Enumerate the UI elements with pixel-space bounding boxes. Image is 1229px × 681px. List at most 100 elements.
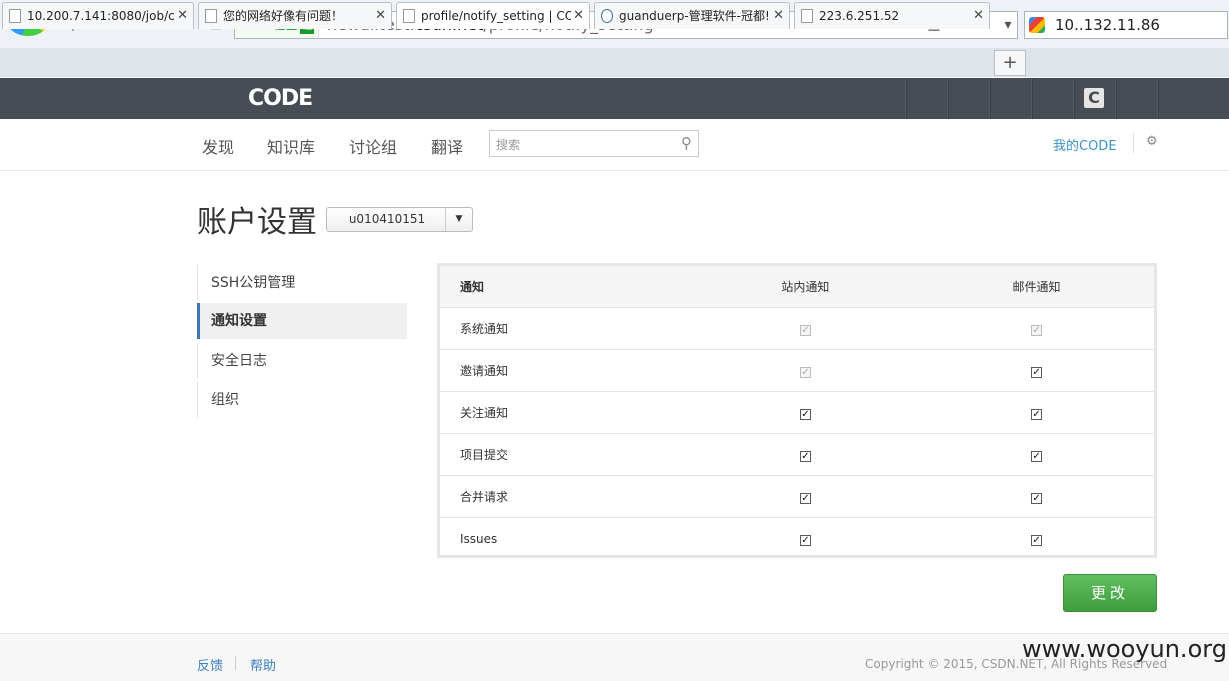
my-code-link[interactable]: 我的CODE [1053, 135, 1117, 154]
avatar-favicon-icon [9, 9, 21, 23]
help-link[interactable]: 帮助 [250, 655, 276, 674]
update-button[interactable]: 更改 [1063, 574, 1157, 612]
divider [1157, 78, 1159, 119]
mail-notify-checkbox[interactable]: ✓ [1031, 409, 1043, 420]
mail-notify-checkbox-cell: ✓ [919, 349, 1154, 392]
divider [1133, 133, 1134, 153]
site-notify-checkbox[interactable]: ✓ [799, 535, 811, 546]
page-title: 账户设置 [197, 205, 317, 240]
watermark: www.wooyun.org [1022, 635, 1227, 663]
nav-discover[interactable]: 发现 [202, 134, 234, 158]
search-engine-icon[interactable] [1029, 17, 1045, 33]
site-notify-checkbox: ✓ [799, 367, 811, 378]
nav-knowledge-base[interactable]: 知识库 [267, 134, 315, 158]
user-select-value: u010410151 [348, 212, 426, 226]
user-select[interactable]: u010410151 ▼ [326, 207, 473, 232]
close-icon[interactable]: ✕ [973, 3, 984, 29]
tab-label: 10.200.7.141:8080/job/co [27, 9, 175, 23]
table-row: 关注通知 ✓ ✓ [440, 391, 1154, 434]
page-favicon-icon [205, 9, 217, 23]
notify-type-label: 系统通知 [440, 307, 692, 350]
site-notify-checkbox[interactable]: ✓ [799, 409, 811, 420]
search-icon[interactable]: ⚲ [681, 134, 692, 152]
close-icon[interactable]: ✕ [375, 3, 386, 29]
column-header: 邮件通知 [919, 266, 1154, 308]
notify-type-label: 项目提交 [440, 433, 692, 476]
browser-tab[interactable]: 您的网络好像有问题！ ✕ [198, 2, 392, 29]
divider [1115, 78, 1117, 119]
gear-icon[interactable]: ⚙ [1146, 134, 1158, 149]
page-favicon-icon [403, 9, 415, 23]
site-notify-checkbox[interactable]: ✓ [799, 451, 811, 462]
divider [235, 656, 236, 670]
sidebar-item-notify-settings[interactable]: 通知设置 [197, 303, 407, 339]
divider [1073, 78, 1075, 119]
site-topbar: CODE C [0, 78, 1229, 119]
mail-notify-checkbox: ✓ [1031, 325, 1043, 336]
chevron-down-icon[interactable]: ▼ [445, 208, 472, 231]
notify-type-label: 关注通知 [440, 391, 692, 434]
sidebar-item-organization[interactable]: 组织 [197, 382, 407, 418]
tab-label: profile/notify_setting | CO [421, 9, 571, 23]
mail-notify-checkbox-cell: ✓ [919, 307, 1154, 350]
dropdown-arrow-icon[interactable]: ▾ [999, 16, 1017, 34]
mail-notify-checkbox[interactable]: ✓ [1031, 367, 1043, 378]
globe-favicon-icon [601, 9, 613, 23]
browser-search-value: 10..132.11.86 [1055, 16, 1160, 34]
close-icon[interactable]: ✕ [773, 3, 784, 29]
table-header-row: 通知 站内通知 邮件通知 [440, 266, 1154, 308]
table-row: Issues ✓ ✓ [440, 518, 1154, 560]
nav-translate[interactable]: 翻译 [431, 134, 463, 158]
mail-notify-checkbox-cell: ✓ [919, 391, 1154, 434]
divider [989, 78, 991, 119]
table-row: 系统通知 ✓ ✓ [440, 307, 1154, 350]
mail-notify-checkbox-cell: ✓ [919, 518, 1154, 560]
notify-type-label: 邀请通知 [440, 349, 692, 392]
feedback-link[interactable]: 反馈 [197, 655, 223, 674]
close-icon[interactable]: ✕ [573, 3, 584, 29]
divider [947, 78, 949, 119]
notify-type-label: 合并请求 [440, 475, 692, 518]
column-header: 站内通知 [691, 266, 920, 308]
site-notify-checkbox-cell: ✓ [691, 307, 920, 350]
notify-type-label: Issues [460, 531, 498, 546]
site-notify-checkbox-cell: ✓ [691, 391, 920, 434]
tab-label: guanduerp-管理软件-冠都! [619, 9, 770, 23]
nav-groups[interactable]: 讨论组 [349, 134, 397, 158]
browser-tab[interactable]: 10.200.7.141:8080/job/co ✕ [2, 2, 194, 29]
tab-label: 您的网络好像有问题！ [223, 9, 344, 23]
page-favicon-icon [801, 9, 813, 23]
new-tab-button[interactable]: + [994, 50, 1026, 76]
sidebar-item-security-log[interactable]: 安全日志 [197, 343, 407, 379]
table-row: 邀请通知 ✓ ✓ [440, 349, 1154, 392]
mail-notify-checkbox-cell: ✓ [919, 475, 1154, 518]
sidebar-item-ssh-keys[interactable]: SSH公钥管理 [197, 265, 407, 301]
browser-tab[interactable]: 223.6.251.52 ✕ [794, 2, 990, 29]
mail-notify-checkbox[interactable]: ✓ [1031, 493, 1043, 504]
column-header: 通知 [440, 266, 692, 308]
mail-notify-checkbox[interactable]: ✓ [1031, 535, 1043, 546]
search-placeholder: 搜索 [496, 138, 521, 152]
divider [905, 78, 907, 119]
close-icon[interactable]: ✕ [177, 3, 188, 29]
csdn-c-icon[interactable]: C [1084, 88, 1104, 108]
site-notify-checkbox-cell: ✓ [691, 349, 920, 392]
table-row: 合并请求 ✓ ✓ [440, 475, 1154, 518]
browser-tab-active[interactable]: profile/notify_setting | CO ✕ [396, 2, 590, 29]
tab-label: 223.6.251.52 [819, 9, 900, 23]
site-notify-checkbox-cell: ✓ [691, 475, 920, 518]
mail-notify-checkbox[interactable]: ✓ [1031, 451, 1043, 462]
mail-notify-checkbox-cell: ✓ [919, 433, 1154, 476]
tab-strip [0, 48, 1229, 77]
site-notify-checkbox-cell: ✓ [691, 433, 920, 476]
code-logo[interactable]: CODE [248, 86, 313, 111]
browser-search-box[interactable]: 10..132.11.86 [1024, 11, 1228, 39]
site-notify-checkbox-cell: ✓ [692, 518, 919, 560]
browser-tab[interactable]: guanduerp-管理软件-冠都! ✕ [594, 2, 790, 29]
main-nav: 发现 知识库 讨论组 翻译 搜索 ⚲ 我的CODE ⚙ [0, 119, 1229, 171]
site-notify-checkbox[interactable]: ✓ [799, 493, 811, 504]
divider [1031, 78, 1033, 119]
site-notify-checkbox: ✓ [799, 325, 811, 336]
search-input[interactable]: 搜索 ⚲ [489, 130, 699, 157]
table-row: 项目提交 ✓ ✓ [440, 433, 1154, 476]
